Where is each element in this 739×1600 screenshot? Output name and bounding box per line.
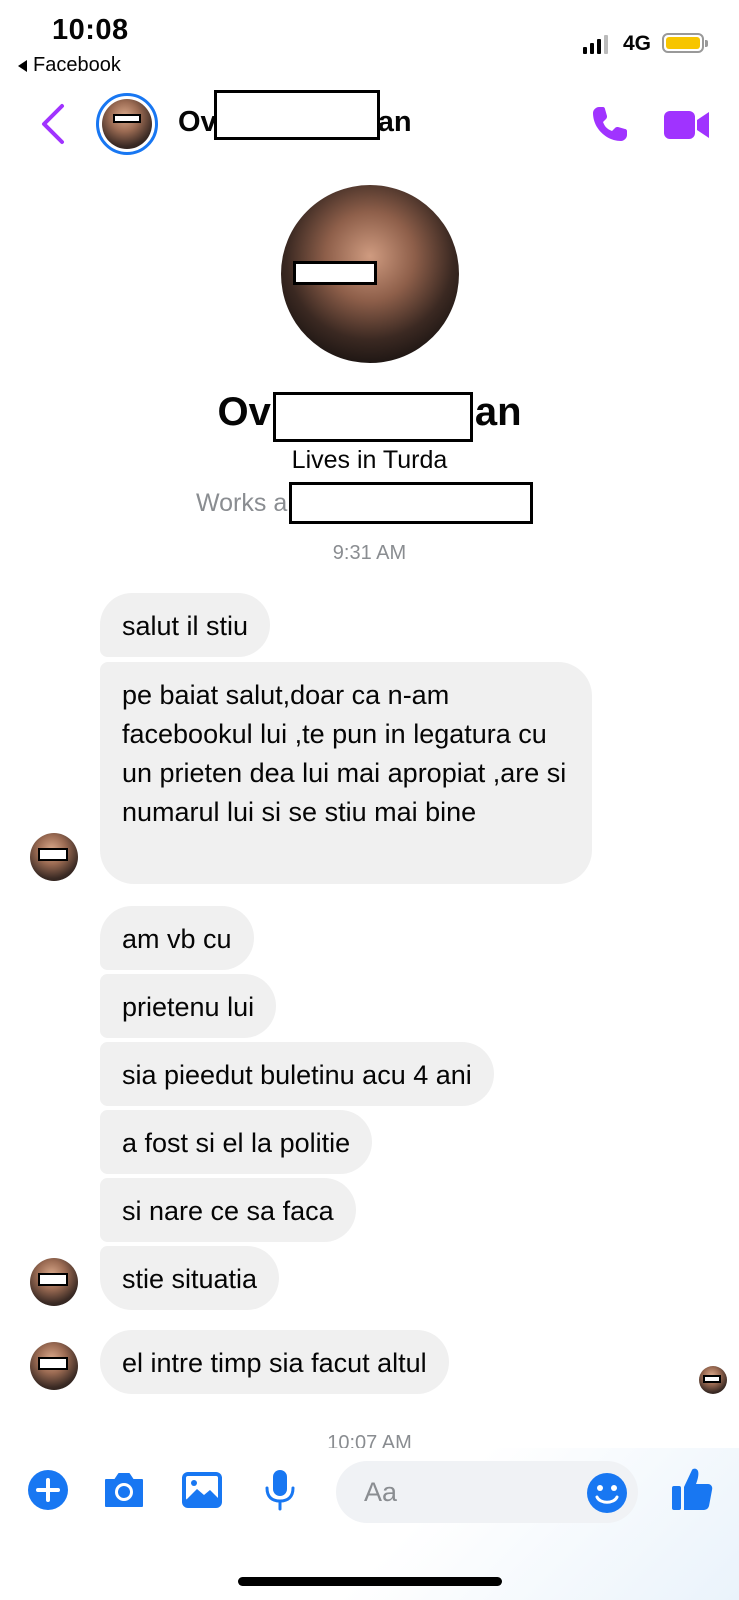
profile-works-at: Works a: [196, 482, 534, 524]
home-indicator[interactable]: [238, 1577, 502, 1586]
profile-name: Ov an: [0, 387, 739, 442]
redaction-bar: [293, 261, 377, 285]
message-bubble[interactable]: salut il stiu: [100, 593, 271, 657]
emoji-icon[interactable]: [586, 1472, 628, 1514]
back-to-app-link[interactable]: Facebook: [18, 54, 121, 77]
plus-icon[interactable]: [26, 1468, 70, 1512]
name-prefix: Ov: [217, 389, 271, 434]
message-timestamp: 9:31 AM: [332, 542, 407, 564]
profile-lives-in: Lives in Turda: [291, 446, 448, 474]
message-bubble[interactable]: stie situatia: [100, 1246, 280, 1310]
message-bubble[interactable]: prietenu lui: [100, 974, 277, 1038]
back-chevron-icon[interactable]: [38, 102, 68, 146]
header-avatar[interactable]: [96, 93, 158, 155]
name-prefix: Ov: [178, 105, 217, 138]
message-bubble[interactable]: el intre timp sia facut altul: [100, 1330, 449, 1394]
photo-gallery-icon[interactable]: [180, 1468, 224, 1512]
message-bubble[interactable]: sia pieedut buletinu acu 4 ani: [100, 1042, 494, 1106]
message-timestamp: 10:07 AM: [327, 1432, 412, 1448]
profile-photo[interactable]: [281, 185, 459, 363]
message-bubble[interactable]: pe baiat salut,doar ca n-am facebookul l…: [100, 662, 592, 884]
works-prefix: Works a: [196, 488, 288, 517]
sender-avatar[interactable]: [30, 1258, 78, 1306]
name-redaction: [213, 90, 380, 140]
signal-strength-icon: [583, 34, 608, 54]
message-bubble[interactable]: a fost si el la politie: [100, 1110, 373, 1174]
name-redaction: [272, 392, 473, 442]
back-app-label: Facebook: [33, 54, 121, 76]
status-time: 10:08: [52, 14, 129, 46]
name-suffix: an: [474, 389, 522, 434]
phone-call-icon[interactable]: [590, 104, 630, 144]
back-triangle-icon: [18, 59, 27, 72]
microphone-icon[interactable]: [258, 1468, 302, 1512]
message-bubble[interactable]: si nare ce sa faca: [100, 1178, 356, 1242]
seen-receipt-avatar: [699, 1366, 727, 1394]
name-suffix: an: [377, 105, 412, 138]
header-contact-name[interactable]: Ov an: [178, 90, 412, 140]
sender-avatar[interactable]: [30, 833, 78, 881]
thumbs-up-icon[interactable]: [670, 1466, 714, 1512]
network-type: 4G: [623, 32, 652, 55]
video-call-icon[interactable]: [663, 108, 711, 142]
workplace-redaction: [289, 482, 534, 524]
camera-icon[interactable]: [102, 1468, 146, 1512]
sender-avatar[interactable]: [30, 1342, 78, 1390]
battery-icon: [662, 33, 708, 53]
message-bubble[interactable]: am vb cu: [100, 906, 254, 970]
redaction-bar: [113, 114, 141, 123]
